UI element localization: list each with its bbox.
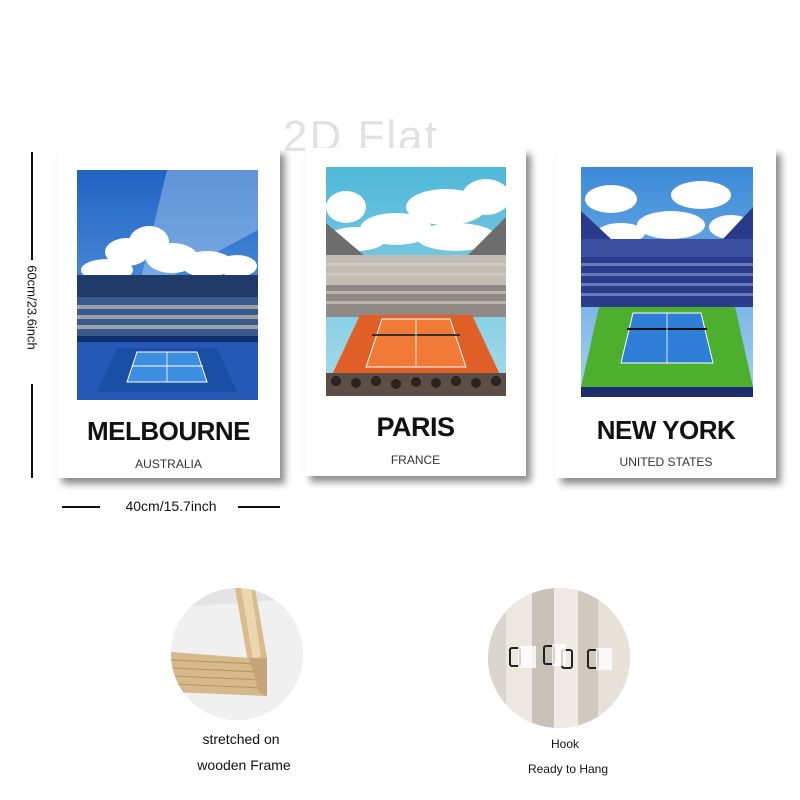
- poster-country-label: UNITED STATES: [619, 455, 713, 469]
- melbourne-stadium-art: [77, 170, 258, 400]
- height-label: 60cm/23.6inch: [24, 265, 40, 350]
- width-label: 40cm/15.7inch: [125, 498, 217, 514]
- frame-caption-line1: stretched on: [202, 731, 280, 747]
- new-york-stadium-art: [581, 167, 753, 397]
- poster-city-title: MELBOURNE: [86, 416, 251, 446]
- hook-caption-line1: Hook: [550, 737, 579, 751]
- height-dimension: 60cm/23.6inch: [24, 152, 40, 478]
- poster-country-label: AUSTRALIA: [135, 457, 202, 471]
- width-dimension: 40cm/15.7inch: [62, 497, 280, 517]
- paris-stadium-art: [326, 167, 506, 396]
- poster-city-title: PARIS: [376, 412, 455, 442]
- dimension-line-right: [238, 506, 280, 508]
- dimension-line-top: [31, 152, 33, 260]
- poster-new-york[interactable]: NEW YORK UNITED STATES: [556, 148, 776, 478]
- frame-caption-line2: wooden Frame: [197, 757, 291, 773]
- poster-melbourne[interactable]: MELBOURNE AUSTRALIA: [57, 148, 280, 478]
- poster-city-title: NEW YORK: [596, 415, 736, 445]
- poster-paris[interactable]: PARIS FRANCE: [305, 148, 526, 476]
- wooden-frame-photo: [171, 588, 303, 720]
- dimension-line-left: [62, 506, 100, 508]
- hook-caption-line2: Ready to Hang: [527, 762, 609, 776]
- dimension-line-bottom: [31, 384, 33, 478]
- poster-country-label: FRANCE: [390, 453, 441, 467]
- hook-photo: [488, 588, 630, 728]
